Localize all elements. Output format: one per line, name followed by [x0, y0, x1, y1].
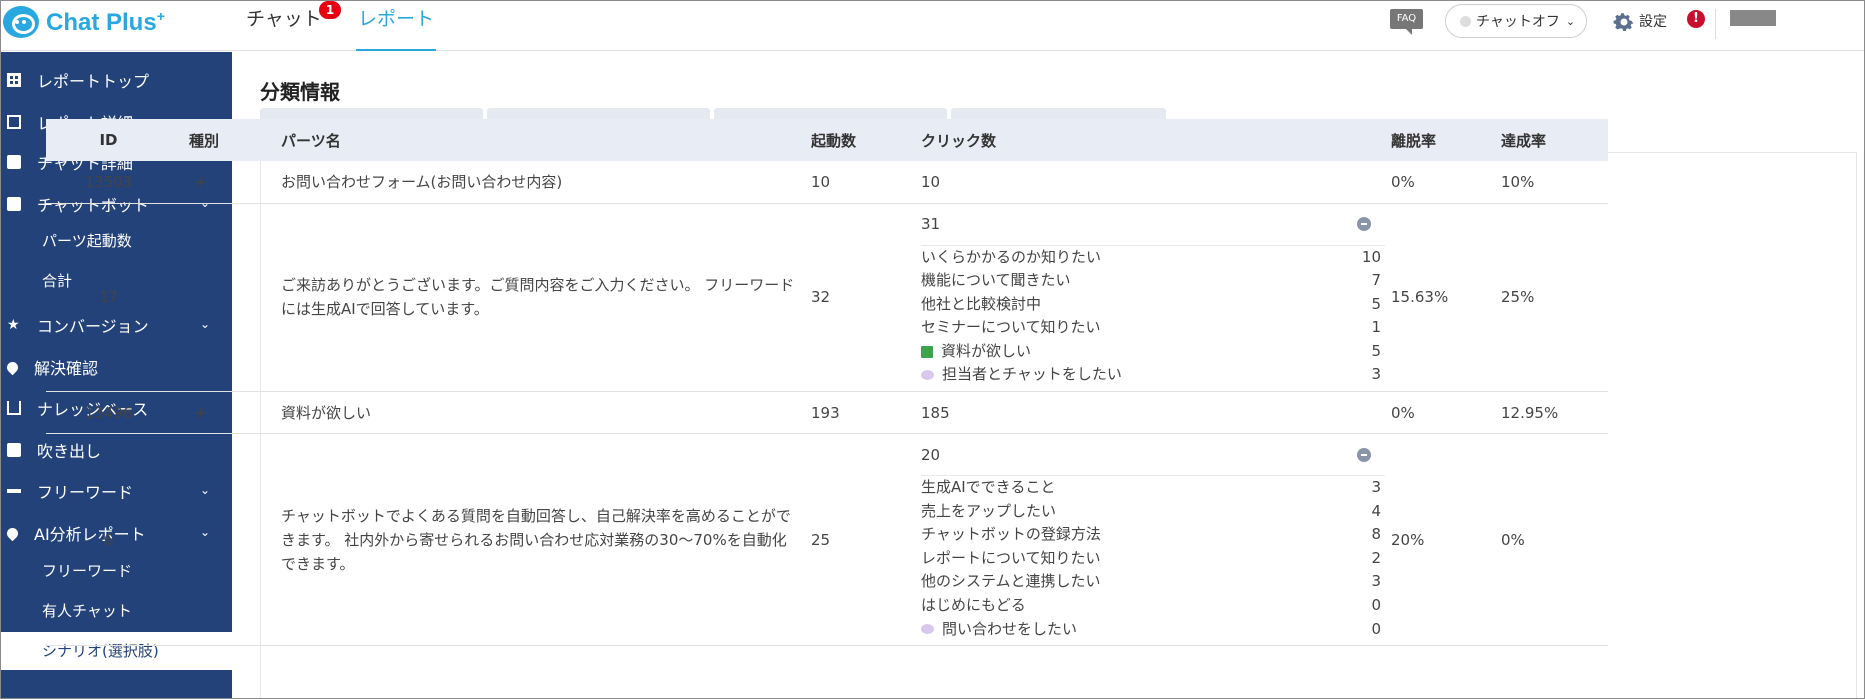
- cell-exit-rate: 20%: [1391, 433, 1501, 647]
- cell-achieve-rate: 12.95%: [1501, 391, 1608, 435]
- faq-icon[interactable]: FAQ: [1390, 9, 1423, 35]
- sidebar-item-label: レポートトップ: [37, 72, 150, 91]
- report-icon: [7, 115, 21, 129]
- list-item: 機能について聞きたい 7: [921, 271, 1381, 290]
- cell-type[interactable]: +: [171, 161, 281, 204]
- settings-link[interactable]: 設定: [1639, 10, 1667, 34]
- click-total: 31: [921, 215, 941, 233]
- chatplus-logo[interactable]: Chat Plus+: [3, 4, 165, 40]
- list-item: 売上をアップしたい 4: [921, 501, 1381, 520]
- tab-report[interactable]: レポート: [356, 7, 437, 51]
- collapse-icon[interactable]: [1357, 217, 1371, 231]
- cell-achieve-rate: 25%: [1501, 203, 1608, 393]
- cell-launches: 25: [811, 433, 921, 647]
- list-item: 資料が欲しい 5: [921, 340, 1381, 364]
- dashboard-icon: [7, 73, 21, 87]
- bot-icon: [7, 197, 21, 211]
- app-window: Chat Plus+ チャット 1 レポート FAQ チャットオフ ⌄ 設定 !…: [0, 0, 1865, 699]
- table-row: 17 ご来訪ありがとうございます。ご質問内容をご入力ください。 フリーワードには…: [46, 203, 1608, 393]
- sidebar-item-report-top[interactable]: レポートトップ: [1, 60, 232, 100]
- status-dot-icon: [1460, 15, 1471, 27]
- pin-icon: [4, 525, 21, 541]
- chat-status-select[interactable]: チャットオフ ⌄: [1445, 4, 1587, 38]
- cell-part-name: 資料が欲しい: [281, 391, 811, 435]
- col-id: ID: [46, 119, 171, 161]
- chat-status-label: チャットオフ: [1476, 14, 1560, 30]
- col-exit-rate: 離脱率: [1391, 119, 1501, 161]
- col-part-name: パーツ名: [281, 119, 811, 161]
- cell-exit-rate: 0%: [1391, 391, 1501, 435]
- cell-launches: 32: [811, 203, 921, 393]
- cell-type[interactable]: +: [171, 391, 281, 435]
- collapse-icon[interactable]: [1357, 447, 1371, 462]
- list-item: はじめにもどる 0: [921, 596, 1381, 615]
- cell-clicks: 185: [921, 391, 1391, 435]
- pin-icon: [4, 359, 21, 375]
- speech-bubble-icon: [921, 370, 934, 381]
- list-item: チャットボットの登録方法 8: [921, 525, 1381, 544]
- list-item: レポートについて知りたい 2: [921, 548, 1381, 567]
- click-total: 20: [921, 445, 941, 464]
- chat-bubble-logo-icon: [3, 6, 39, 38]
- table-row: 13496 + 資料が欲しい 193 185 0% 12.95%: [46, 391, 1608, 435]
- table-row: 13503 + お問い合わせフォーム(お問い合わせ内容) 10 10 0% 10…: [46, 161, 1608, 204]
- cell-clicks: 10: [921, 161, 1391, 204]
- star-icon: ★: [7, 317, 20, 333]
- top-header: Chat Plus+ チャット 1 レポート FAQ チャットオフ ⌄ 設定 !: [1, 1, 1864, 51]
- cell-launches: 193: [811, 391, 921, 435]
- table-row: 6 チャットボットでよくある質問を自動回答し、自己解決率を高めることができます。…: [46, 433, 1608, 647]
- list-item: セミナーについて知りたい 1: [921, 318, 1381, 337]
- list-item: 問い合わせをしたい 0: [921, 618, 1381, 642]
- logo-text: Chat Plus+: [46, 7, 165, 36]
- cell-achieve-rate: 0%: [1501, 433, 1608, 647]
- col-launches: 起動数: [811, 119, 921, 161]
- book-icon: [921, 345, 933, 358]
- cell-achieve-rate: 10%: [1501, 161, 1608, 204]
- cell-clicks: 20 生成AIでできること 3 売上をアップしたい 4 チャットボットの登録方法 8 …: [921, 433, 1391, 647]
- gear-icon[interactable]: [1612, 10, 1636, 34]
- cell-type: [171, 433, 281, 647]
- table-header-row: ID 種別 パーツ名 起動数 クリック数 離脱率 達成率: [46, 119, 1608, 161]
- bar-icon: [7, 489, 21, 493]
- list-item: 他社と比較検討中 5: [921, 294, 1381, 313]
- chat-unread-badge: 1: [319, 1, 341, 19]
- list-item: 生成AIでできること 3: [921, 478, 1381, 497]
- header-divider: [1715, 9, 1716, 39]
- cell-exit-rate: 15.63%: [1391, 203, 1501, 393]
- page-title: 分類情報: [260, 80, 340, 104]
- cell-launches: 10: [811, 161, 921, 204]
- list-item: 他のシステムと連携したい 3: [921, 572, 1381, 591]
- chat-icon: [7, 155, 21, 169]
- cell-exit-rate: 0%: [1391, 161, 1501, 204]
- cell-clicks: 31 いくらかかるのか知りたい 10 機能について聞きたい 7 他社と比較検討中 5 …: [921, 203, 1391, 393]
- col-achieve-rate: 達成率: [1501, 119, 1608, 161]
- list-item: いくらかかるのか知りたい 10: [921, 247, 1381, 266]
- book-icon: [7, 401, 21, 415]
- parts-table: ID 種別 パーツ名 起動数 クリック数 離脱率 達成率 13503 + お問い…: [46, 119, 1608, 647]
- chevron-down-icon: ⌄: [1565, 14, 1576, 28]
- list-item: 担当者とチャットをしたい 3: [921, 363, 1381, 387]
- col-type: 種別: [171, 119, 281, 161]
- cell-id: 13503: [46, 161, 171, 204]
- cell-part-name: チャットボットでよくある質問を自動回答し、自己解決率を高めることができます。 社…: [281, 433, 811, 647]
- cell-id: 17: [46, 203, 171, 393]
- speech-icon: [7, 443, 21, 457]
- speech-bubble-icon: [921, 624, 934, 635]
- click-breakdown-list: 生成AIでできること 3 売上をアップしたい 4 チャットボットの登録方法 8 レポー…: [921, 476, 1391, 645]
- col-clicks: クリック数: [921, 119, 1391, 161]
- cell-type: [171, 203, 281, 393]
- user-menu[interactable]: [1730, 10, 1776, 26]
- cell-part-name: ご来訪ありがとうございます。ご質問内容をご入力ください。 フリーワードには生成A…: [281, 203, 811, 393]
- cell-id: 6: [46, 433, 171, 647]
- tab-chat[interactable]: チャット: [246, 7, 322, 51]
- alert-icon[interactable]: !: [1687, 10, 1705, 28]
- cell-part-name: お問い合わせフォーム(お問い合わせ内容): [281, 161, 811, 204]
- click-breakdown-list: いくらかかるのか知りたい 10 機能について聞きたい 7 他社と比較検討中 5 セミナ…: [921, 246, 1391, 392]
- cell-id: 13496: [46, 391, 171, 435]
